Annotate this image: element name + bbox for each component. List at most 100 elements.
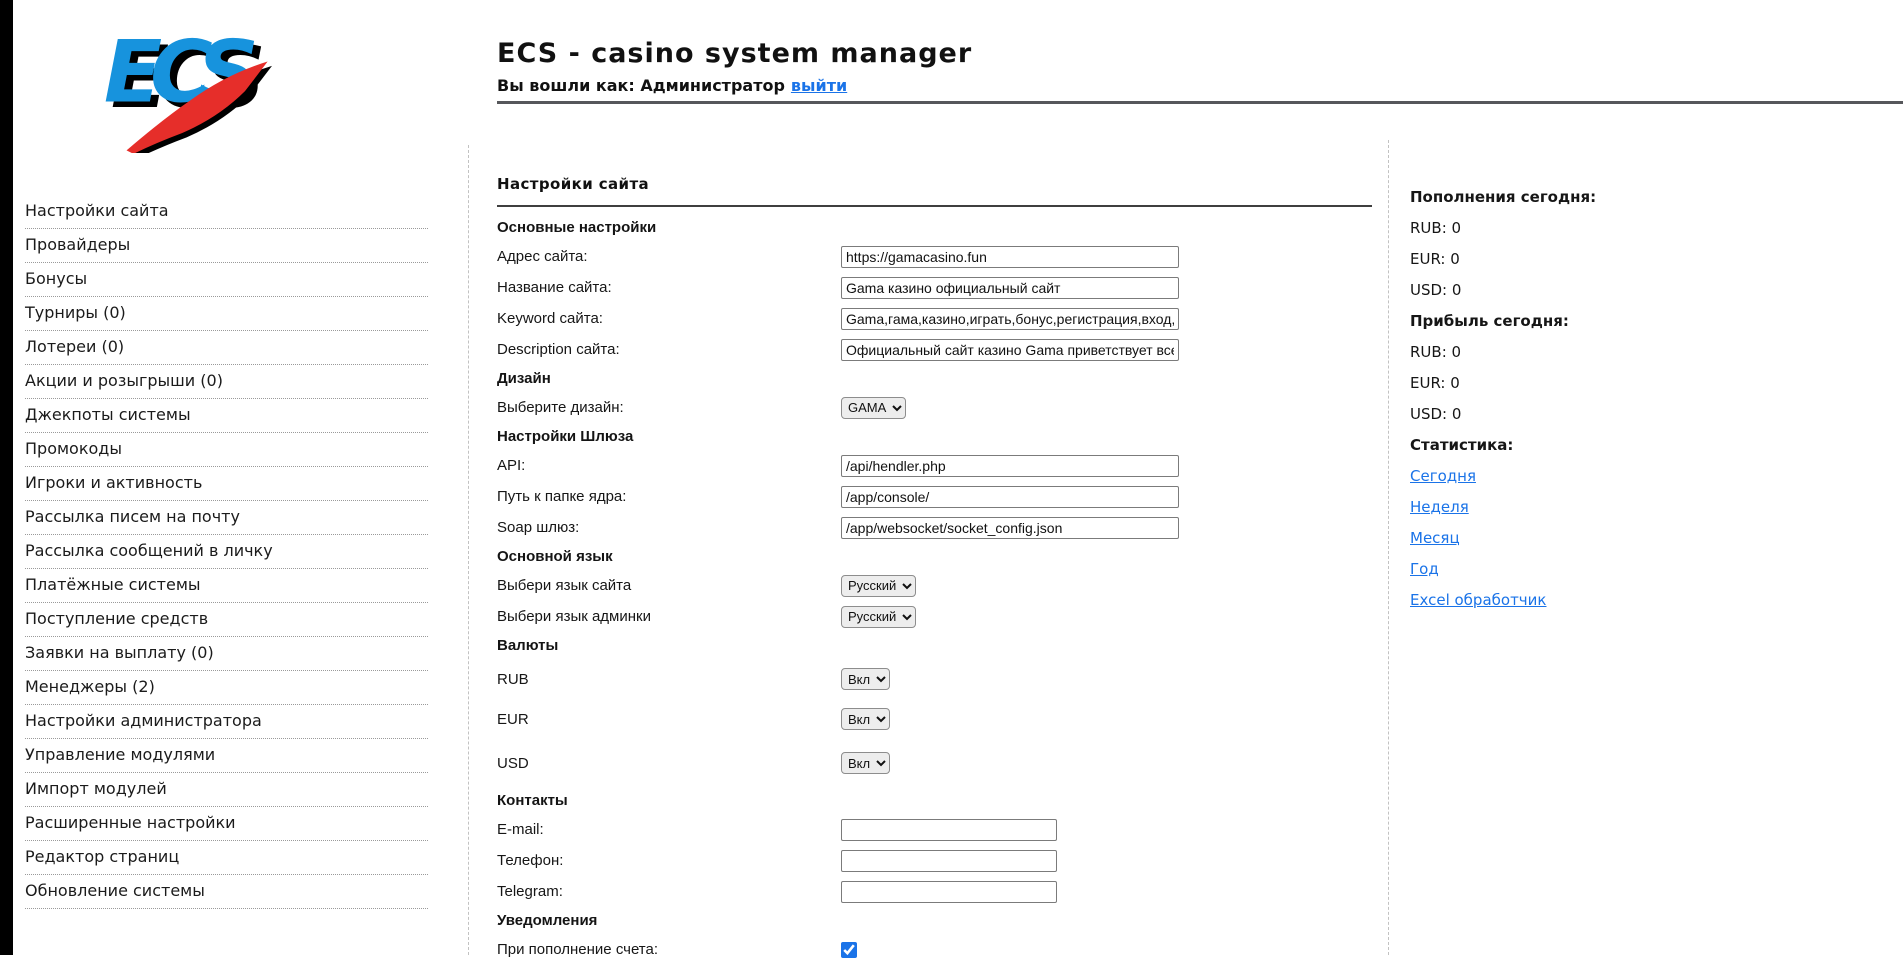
form-row: Выберите дизайн:GAMA [497, 392, 1385, 423]
stats-link[interactable]: Сегодня [1410, 467, 1476, 485]
form-row: E-mail: [497, 814, 1385, 845]
settings-panel: Настройки сайта Основные настройки Адрес … [497, 175, 1385, 965]
checkbox-input[interactable] [841, 942, 857, 958]
form-row: Адрес сайта: [497, 241, 1385, 272]
sidebar-menu-item[interactable]: Заявки на выплату (0) [25, 637, 428, 671]
sidebar-menu-item[interactable]: Платёжные системы [25, 569, 428, 603]
field-label: EUR [497, 711, 841, 728]
logged-in-text: Вы вошли как: Администратор [497, 76, 785, 95]
stats-link[interactable]: Неделя [1410, 498, 1469, 516]
field-label: Путь к папке ядра: [497, 488, 841, 505]
right-panel-separator [1388, 140, 1389, 955]
field-label: Название сайта: [497, 279, 841, 296]
field-label: USD [497, 755, 841, 772]
field-label: При пополнение счета: [497, 941, 841, 958]
sidebar-menu-item[interactable]: Настройки администратора [25, 705, 428, 739]
left-edge-bar [0, 0, 13, 955]
form-row: Путь к папке ядра: [497, 481, 1385, 512]
sidebar-menu-item[interactable]: Провайдеры [25, 229, 428, 263]
sidebar-menu-item[interactable]: Турниры (0) [25, 297, 428, 331]
text-input[interactable] [841, 308, 1179, 330]
select-input[interactable]: Вкл [841, 752, 890, 774]
select-input[interactable]: GAMA [841, 397, 906, 419]
sidebar-menu-item[interactable]: Игроки и активность [25, 467, 428, 501]
stats-value: EUR: 0 [1410, 368, 1740, 399]
app-title: ECS - casino system manager [497, 38, 972, 69]
sidebar-menu-item[interactable]: Импорт модулей [25, 773, 428, 807]
sidebar-menu-item[interactable]: Лотереи (0) [25, 331, 428, 365]
form-row: Soap шлюз: [497, 512, 1385, 543]
form-row: Телефон: [497, 845, 1385, 876]
field-label: Выбери язык сайта [497, 577, 841, 594]
sidebar-menu-item[interactable]: Управление модулями [25, 739, 428, 773]
stats-link[interactable]: Месяц [1410, 529, 1460, 547]
header-divider [497, 101, 1903, 104]
ecs-logo: ECS ECS [100, 18, 275, 153]
sidebar-menu-item[interactable]: Акции и розыгрыши (0) [25, 365, 428, 399]
form-row: RUBВкл [497, 659, 1385, 699]
form-row: API: [497, 450, 1385, 481]
form-row: Выбери язык админкиРусский [497, 601, 1385, 632]
form-section-header: Уведомления [497, 907, 1385, 934]
sidebar-menu-item[interactable]: Расширенные настройки [25, 807, 428, 841]
field-label: Description сайта: [497, 341, 841, 358]
field-label: Soap шлюз: [497, 519, 841, 536]
select-input[interactable]: Русский [841, 575, 916, 597]
form-row: При пополнение счета: [497, 934, 1385, 965]
stats-value: RUB: 0 [1410, 213, 1740, 244]
field-label: Выберите дизайн: [497, 399, 841, 416]
stats-header: Пополнения сегодня: [1410, 182, 1740, 213]
sidebar-menu-item[interactable]: Настройки сайта [25, 195, 428, 229]
sidebar-menu-item[interactable]: Рассылка сообщений в личку [25, 535, 428, 569]
stats-value: EUR: 0 [1410, 244, 1740, 275]
field-label: Выбери язык админки [497, 608, 841, 625]
text-input[interactable] [841, 486, 1179, 508]
sidebar-menu-item[interactable]: Бонусы [25, 263, 428, 297]
sidebar-menu-item[interactable]: Обновление системы [25, 875, 428, 909]
sidebar-menu-item[interactable]: Рассылка писем на почту [25, 501, 428, 535]
logout-link[interactable]: выйти [791, 76, 847, 95]
text-input[interactable] [841, 455, 1179, 477]
field-label: Адрес сайта: [497, 248, 841, 265]
field-label: RUB [497, 671, 841, 688]
stats-link-row: Excel обработчик [1410, 585, 1740, 616]
field-label: Keyword сайта: [497, 310, 841, 327]
text-input[interactable] [841, 277, 1179, 299]
form-section-header: Валюты [497, 632, 1385, 659]
sidebar-menu-item[interactable]: Поступление средств [25, 603, 428, 637]
field-label: E-mail: [497, 821, 841, 838]
form-section-header: Контакты [497, 787, 1385, 814]
sidebar-menu: Настройки сайтаПровайдерыБонусыТурниры (… [25, 195, 428, 909]
settings-form: Основные настройки Адрес сайта: Название с… [497, 214, 1385, 965]
select-input[interactable]: Русский [841, 606, 916, 628]
stats-link-row: Неделя [1410, 492, 1740, 523]
select-input[interactable]: Вкл [841, 668, 890, 690]
form-section-header: Основные настройки [497, 214, 1385, 241]
stats-header: Прибыль сегодня: [1410, 306, 1740, 337]
stats-link[interactable]: Год [1410, 560, 1439, 578]
select-input[interactable]: Вкл [841, 708, 890, 730]
text-input[interactable] [841, 881, 1057, 903]
sidebar-separator [468, 145, 469, 955]
stats-link-row: Год [1410, 554, 1740, 585]
logged-in-status: Вы вошли как: Администратор выйти [497, 76, 847, 95]
field-label: Telegram: [497, 883, 841, 900]
text-input[interactable] [841, 339, 1179, 361]
field-label: Телефон: [497, 852, 841, 869]
text-input[interactable] [841, 246, 1179, 268]
form-row: Название сайта: [497, 272, 1385, 303]
text-input[interactable] [841, 819, 1057, 841]
form-row: Telegram: [497, 876, 1385, 907]
stats-link[interactable]: Excel обработчик [1410, 591, 1546, 609]
form-section-header: Настройки Шлюза [497, 423, 1385, 450]
stats-value: RUB: 0 [1410, 337, 1740, 368]
text-input[interactable] [841, 850, 1057, 872]
text-input[interactable] [841, 517, 1179, 539]
sidebar-menu-item[interactable]: Джекпоты системы [25, 399, 428, 433]
sidebar-menu-item[interactable]: Промокоды [25, 433, 428, 467]
stats-panel: Пополнения сегодня:RUB: 0EUR: 0USD: 0При… [1410, 182, 1740, 616]
page-title: Настройки сайта [497, 175, 1385, 193]
sidebar-menu-item[interactable]: Редактор страниц [25, 841, 428, 875]
stats-header: Статистика: [1410, 430, 1740, 461]
sidebar-menu-item[interactable]: Менеджеры (2) [25, 671, 428, 705]
